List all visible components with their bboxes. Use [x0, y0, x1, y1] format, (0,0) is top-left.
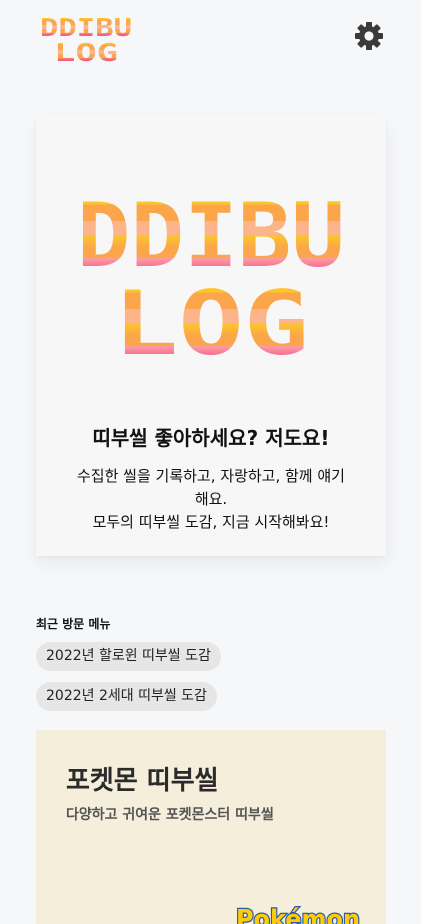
- pokemon-card-title: 포켓몬 띠부씰: [66, 766, 219, 796]
- pokemon-sticker-card[interactable]: 포켓몬 띠부씰 다양하고 귀여운 포켓몬스터 띠부씰 Pokémon: [36, 730, 386, 924]
- recent-menu-chip[interactable]: 2022년 할로윈 띠부씰 도감: [36, 642, 221, 671]
- pokemon-card-subtitle: 다양하고 귀여운 포켓몬스터 띠부씰: [66, 807, 274, 823]
- hero-logo-line2: LOG: [113, 272, 309, 358]
- gear-icon: [355, 22, 383, 50]
- hero-description: 수집한 씰을 기록하고, 자랑하고, 함께 얘기 해요. 모두의 띠부씰 도감,…: [58, 465, 364, 534]
- pokemon-logo: Pokémon: [232, 898, 386, 924]
- app-logo[interactable]: DDIBU LOG: [40, 14, 132, 64]
- hero-logo: DDIBU LOG: [77, 182, 345, 358]
- hero-description-line: 해요.: [194, 490, 228, 508]
- hero-title: 띠부씰 좋아하세요? 저도요!: [92, 426, 330, 450]
- app-header: DDIBU LOG: [0, 0, 421, 80]
- app-logo-line2: LOG: [54, 38, 118, 64]
- recent-menu-title: 최근 방문 메뉴: [36, 617, 111, 631]
- recent-menu-chip[interactable]: 2022년 2세대 띠부씰 도감: [36, 682, 217, 711]
- hero-card: DDIBU LOG 띠부씰 좋아하세요? 저도요! 수집한 씰을 기록하고, 자…: [36, 116, 386, 556]
- hero-description-line: 수집한 씰을 기록하고, 자랑하고, 함께 얘기: [77, 467, 345, 485]
- pokemon-logo-text: Pokémon: [236, 905, 360, 924]
- hero-description-line: 모두의 띠부씰 도감, 지금 시작해봐요!: [92, 513, 330, 531]
- settings-button[interactable]: [353, 20, 385, 52]
